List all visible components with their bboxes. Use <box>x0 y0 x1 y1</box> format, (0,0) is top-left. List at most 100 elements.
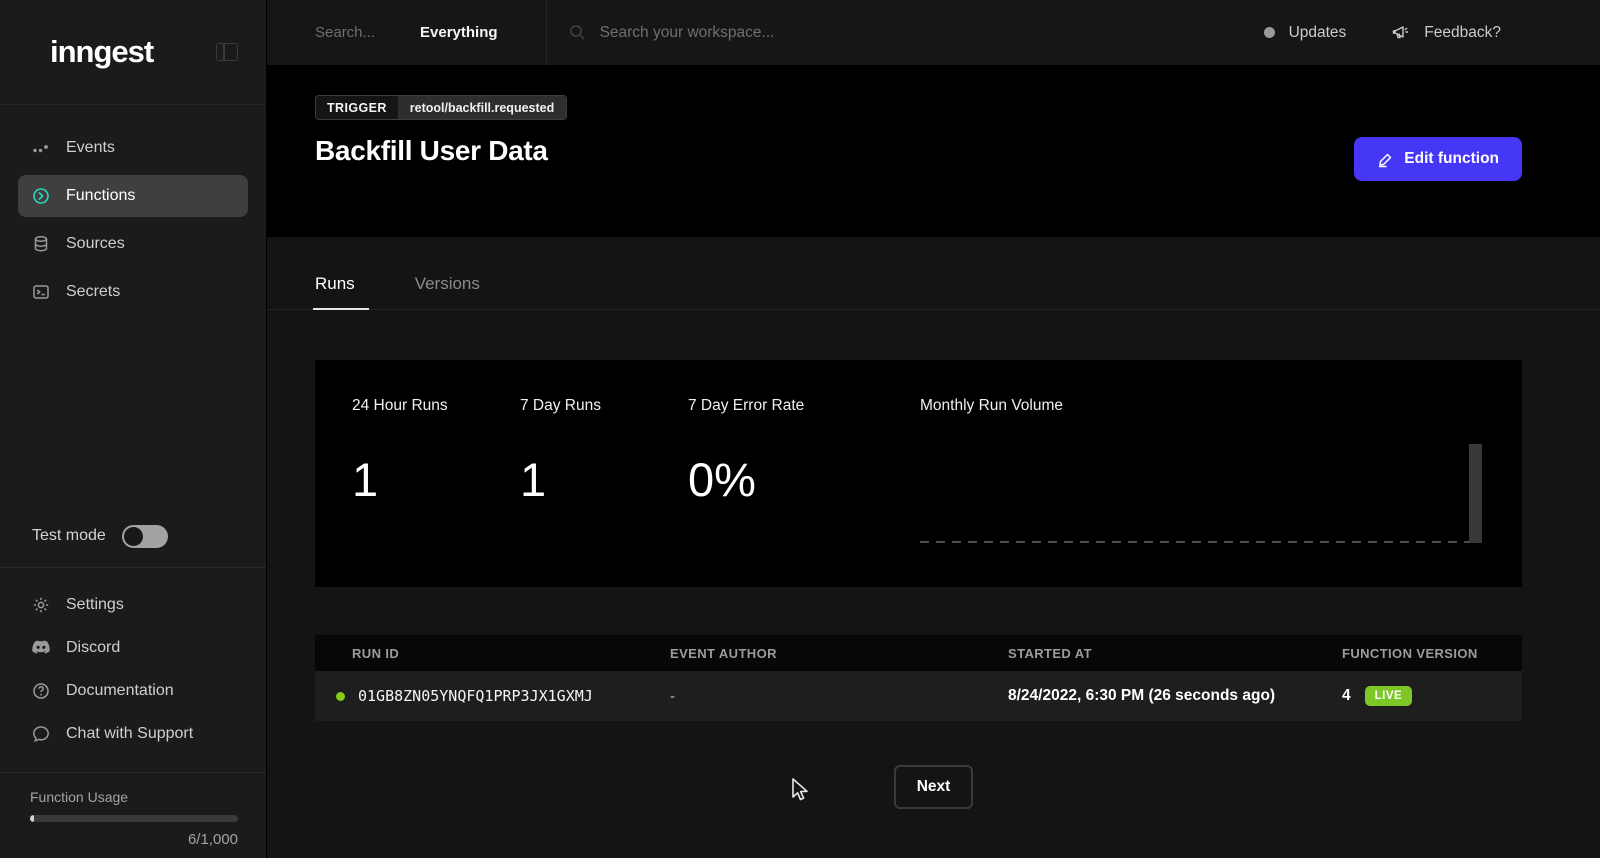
sidebar-item-label: Documentation <box>66 682 174 700</box>
edit-function-button[interactable]: Edit function <box>1354 137 1522 181</box>
sidebar-item-label: Secrets <box>66 283 120 301</box>
chat-bubble-icon <box>32 725 50 743</box>
topbar-right: Updates Feedback? <box>1264 24 1600 42</box>
topbar: Search... Everything Updates Feedba <box>267 0 1600 65</box>
sidebar-header: inngest <box>0 0 266 105</box>
feedback-button[interactable]: Feedback? <box>1392 24 1501 42</box>
column-header-event-author: EVENT AUTHOR <box>670 646 1008 661</box>
started-at-cell: 8/24/2022, 6:30 PM (26 seconds ago) <box>1008 687 1342 705</box>
sidebar: inngest Events Functions Sources <box>0 0 267 858</box>
stat-value: 1 <box>352 452 520 507</box>
chart-bars <box>920 443 1482 543</box>
functions-icon <box>32 187 50 205</box>
live-badge: LIVE <box>1365 686 1413 706</box>
updates-label: Updates <box>1289 24 1347 42</box>
stat-7-day-runs: 7 Day Runs 1 <box>520 397 688 557</box>
stat-value: 1 <box>520 452 688 507</box>
stat-label: 7 Day Error Rate <box>688 397 920 415</box>
run-id: 01GB8ZN05YNQFQ1PRP3JX1GXMJ <box>358 687 593 705</box>
inngest-logo: inngest <box>50 34 153 70</box>
search-icon <box>569 24 586 41</box>
tabs: Runs Versions <box>267 274 1600 310</box>
search-scope-everything[interactable]: Everything <box>420 24 498 41</box>
sidebar-item-documentation[interactable]: Documentation <box>18 670 248 711</box>
column-header-function-version: FUNCTION VERSION <box>1342 646 1522 661</box>
column-header-started-at: STARTED AT <box>1008 646 1342 661</box>
stat-24-hour-runs: 24 Hour Runs 1 <box>352 397 520 557</box>
run-status-dot-icon <box>336 692 345 701</box>
chart-area <box>920 427 1482 557</box>
trigger-event-name: retool/backfill.requested <box>398 96 566 119</box>
sidebar-item-secrets[interactable]: Secrets <box>18 271 248 313</box>
monthly-run-volume-chart: Monthly Run Volume <box>920 397 1482 557</box>
sidebar-item-label: Discord <box>66 639 120 657</box>
column-header-run-id: RUN ID <box>315 646 670 661</box>
toggle-knob <box>124 527 143 546</box>
stat-value: 0% <box>688 452 920 507</box>
run-id-cell: 01GB8ZN05YNQFQ1PRP3JX1GXMJ <box>315 687 670 705</box>
function-usage-bar <box>30 815 238 822</box>
sidebar-item-functions[interactable]: Functions <box>18 175 248 217</box>
test-mode-row: Test mode <box>0 505 266 567</box>
sidebar-item-discord[interactable]: Discord <box>18 627 248 668</box>
pagination: Next <box>267 765 1600 809</box>
trigger-badge: TRIGGER retool/backfill.requested <box>315 95 567 120</box>
next-button[interactable]: Next <box>894 765 974 809</box>
sidebar-item-label: Functions <box>66 187 135 205</box>
event-author-cell: - <box>670 688 1008 705</box>
workspace-search[interactable] <box>569 24 1264 42</box>
sidebar-nav: Events Functions Sources Secrets <box>0 105 266 319</box>
sidebar-item-settings[interactable]: Settings <box>18 584 248 625</box>
stats-panel: 24 Hour Runs 1 7 Day Runs 1 7 Day Error … <box>315 360 1522 587</box>
megaphone-icon <box>1392 24 1412 42</box>
edit-function-label: Edit function <box>1404 150 1499 168</box>
version-number: 4 <box>1342 687 1351 705</box>
sidebar-footer-nav: Settings Discord Documentation Chat with… <box>0 568 266 772</box>
function-header: TRIGGER retool/backfill.requested Backfi… <box>267 65 1600 237</box>
test-mode-label: Test mode <box>32 527 106 545</box>
function-usage: Function Usage 6/1,000 <box>0 773 266 858</box>
function-usage-label: Function Usage <box>30 789 236 805</box>
test-mode-toggle[interactable] <box>122 525 168 548</box>
stat-label: 24 Hour Runs <box>352 397 520 415</box>
table-row[interactable]: 01GB8ZN05YNQFQ1PRP3JX1GXMJ - 8/24/2022, … <box>315 671 1522 721</box>
function-usage-value: 6/1,000 <box>30 831 238 848</box>
question-circle-icon <box>32 682 50 700</box>
workspace-search-input[interactable] <box>600 24 960 42</box>
secrets-icon <box>32 283 50 301</box>
app-window: inngest Events Functions Sources <box>0 0 1600 858</box>
sidebar-item-label: Sources <box>66 235 125 253</box>
sidebar-item-chat-support[interactable]: Chat with Support <box>18 713 248 754</box>
sidebar-item-label: Events <box>66 139 115 157</box>
function-usage-fill <box>30 815 34 822</box>
gear-icon <box>32 596 50 614</box>
pencil-icon <box>1377 151 1394 168</box>
stat-label: 7 Day Runs <box>520 397 688 415</box>
sidebar-item-label: Chat with Support <box>66 725 193 743</box>
table-header: RUN ID EVENT AUTHOR STARTED AT FUNCTION … <box>315 635 1522 671</box>
function-version-cell: 4 LIVE <box>1342 686 1522 706</box>
chart-title: Monthly Run Volume <box>920 397 1482 415</box>
tab-runs[interactable]: Runs <box>315 274 355 309</box>
stat-7-day-error-rate: 7 Day Error Rate 0% <box>688 397 920 557</box>
updates-button[interactable]: Updates <box>1264 24 1347 42</box>
sidebar-item-events[interactable]: Events <box>18 127 248 169</box>
search-filter-label[interactable]: Search... <box>315 24 375 41</box>
sidebar-collapse-icon[interactable] <box>216 43 238 61</box>
events-icon <box>32 139 50 157</box>
updates-dot-icon <box>1264 27 1275 38</box>
runs-table: RUN ID EVENT AUTHOR STARTED AT FUNCTION … <box>315 635 1522 721</box>
sidebar-item-label: Settings <box>66 596 124 614</box>
trigger-badge-label: TRIGGER <box>316 96 398 119</box>
tab-versions[interactable]: Versions <box>415 274 480 309</box>
page-title: Backfill User Data <box>315 135 1522 167</box>
sources-icon <box>32 235 50 253</box>
chart-bar <box>1469 444 1482 543</box>
topbar-divider <box>546 0 547 65</box>
main-area: Search... Everything Updates Feedba <box>267 0 1600 858</box>
sidebar-item-sources[interactable]: Sources <box>18 223 248 265</box>
sidebar-spacer <box>0 319 266 505</box>
feedback-label: Feedback? <box>1424 24 1501 42</box>
discord-icon <box>32 639 50 657</box>
chart-dashed-baseline <box>920 541 1470 543</box>
